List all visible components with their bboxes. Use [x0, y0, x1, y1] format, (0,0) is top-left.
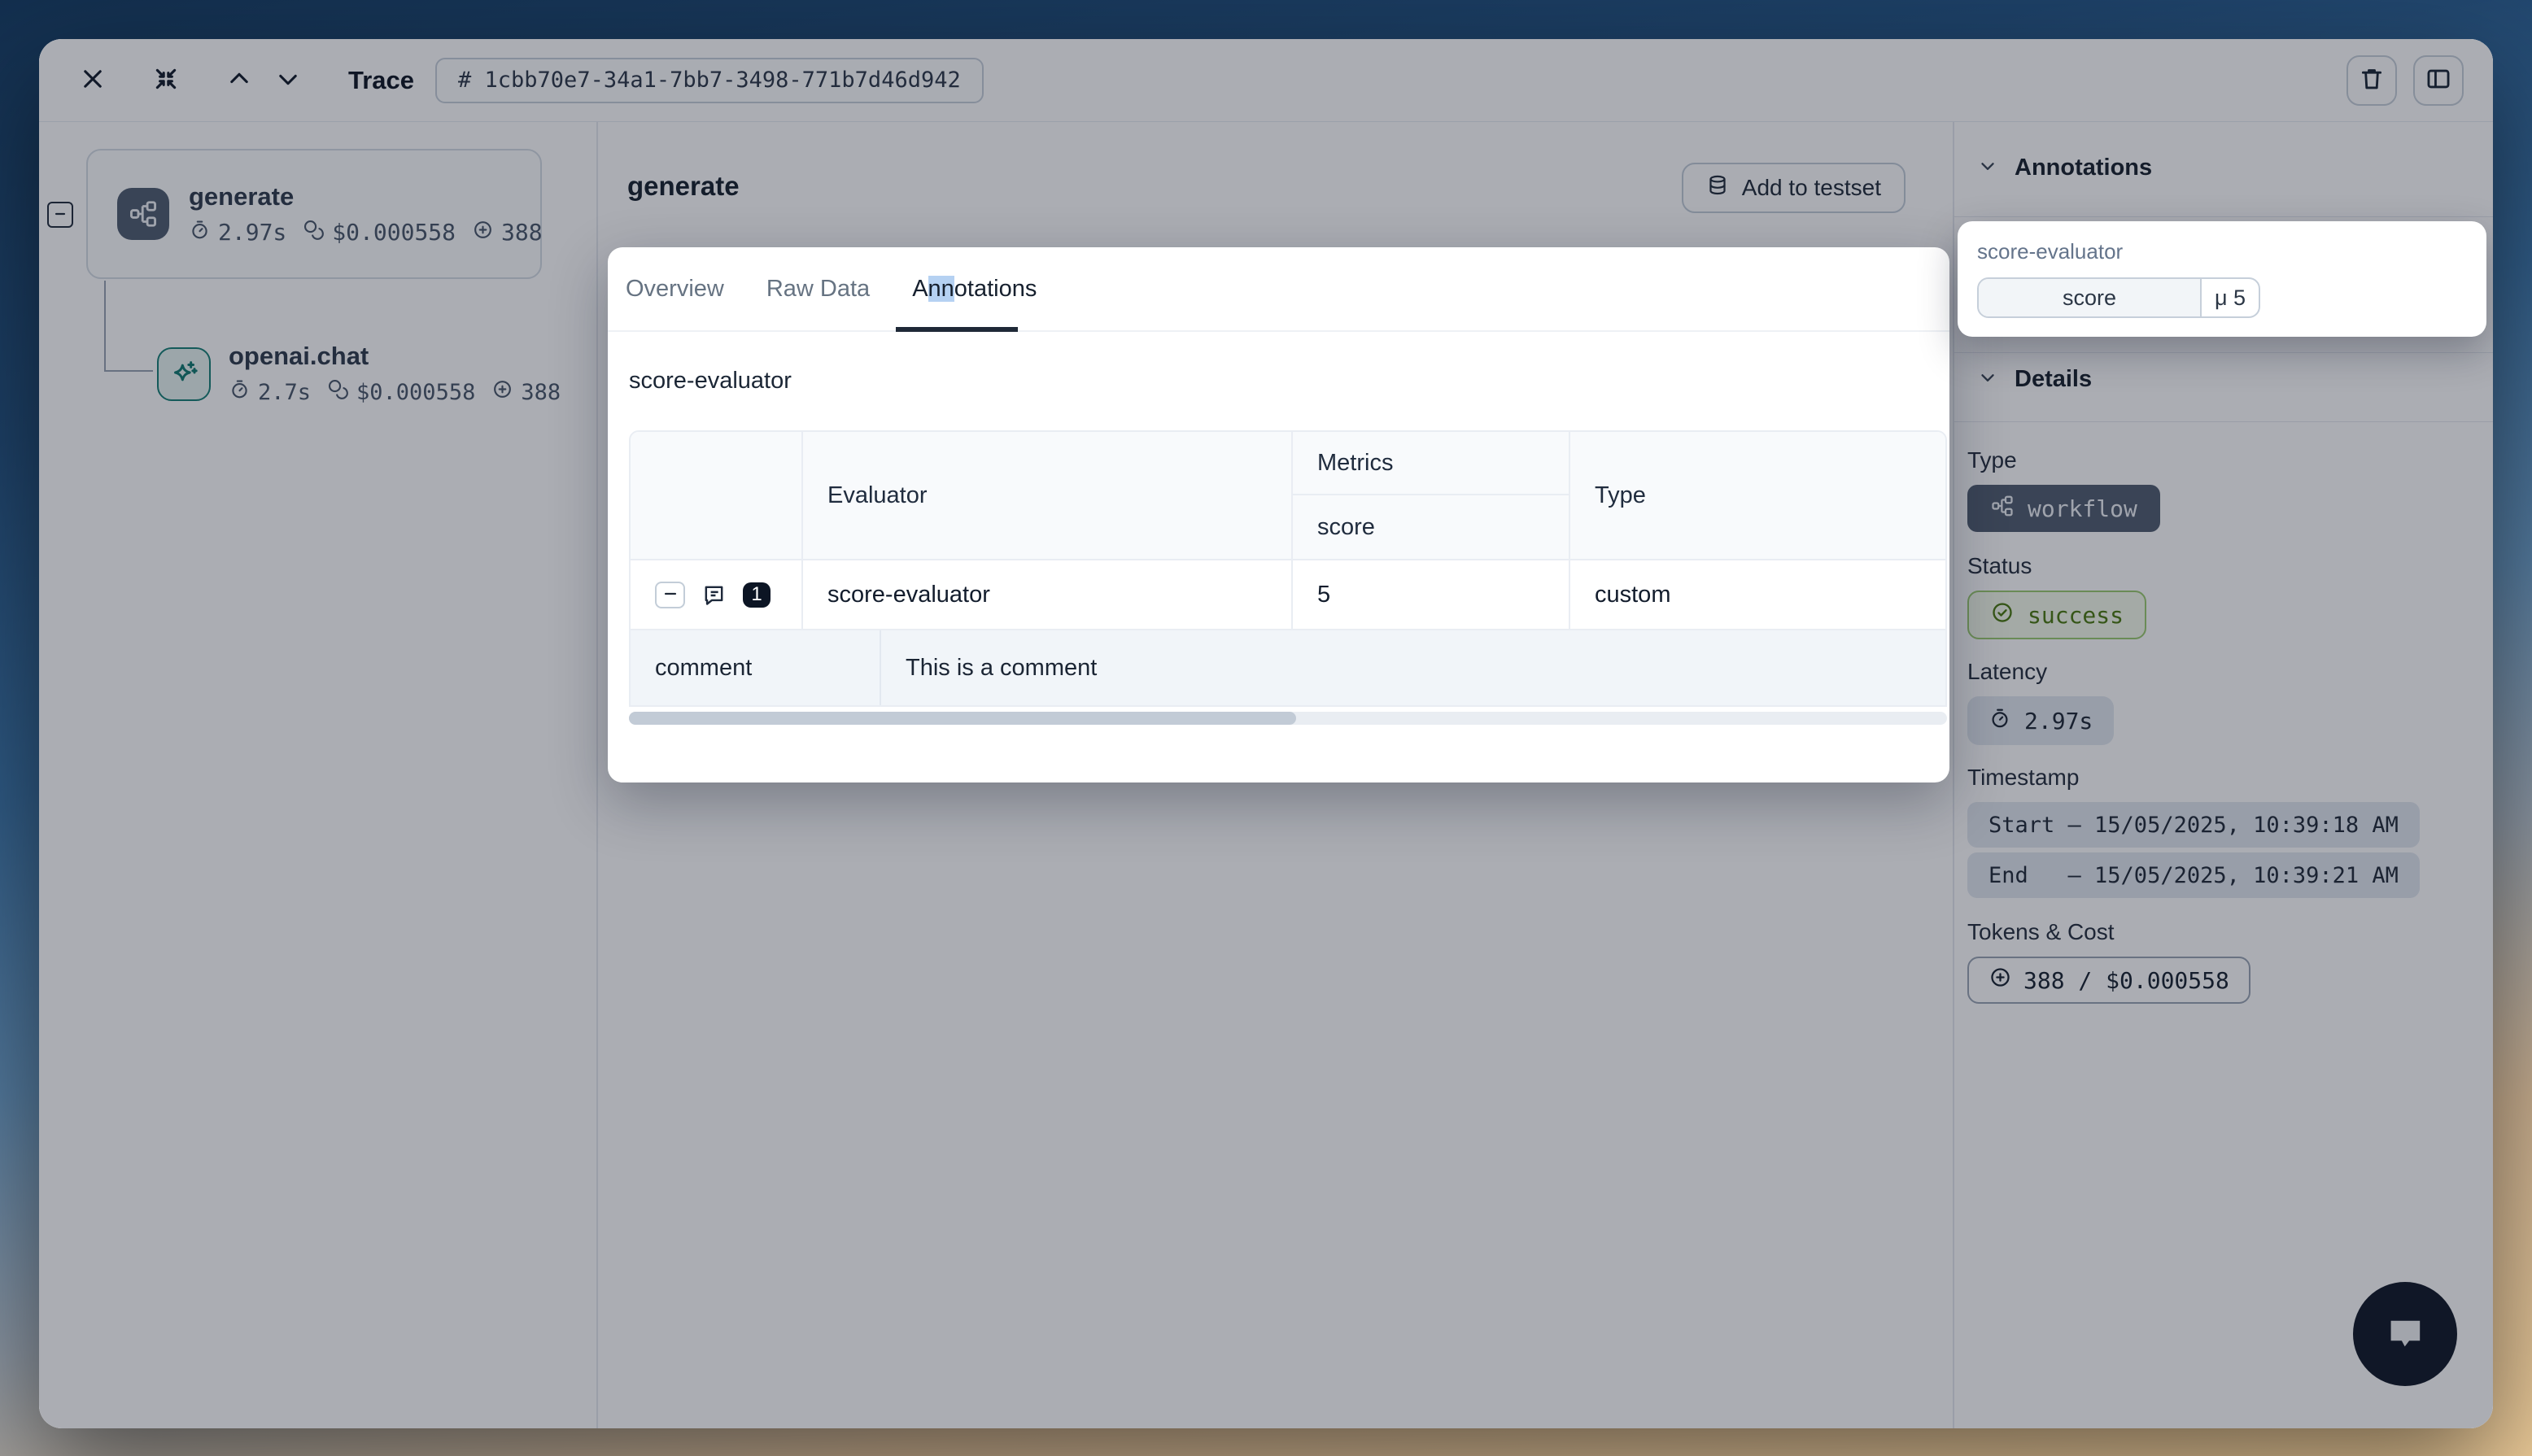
collapse-row-button[interactable]: [655, 582, 685, 608]
cell-evaluator: score-evaluator: [801, 560, 1291, 629]
comment-value: This is a comment: [881, 630, 1945, 705]
trace-viewer-page: { "topbar": { "trace_label": "Trace", "t…: [0, 0, 2532, 1456]
metric-name[interactable]: score: [1979, 279, 2202, 316]
annotations-tab-card: Overview Raw Data Annotations score-eval…: [608, 247, 1949, 782]
annotation-score-card: score-evaluator score μ 5: [1958, 221, 2486, 337]
minus-icon: [661, 585, 679, 605]
annotations-table: Evaluator Metrics score Type: [629, 430, 1947, 707]
header-metrics: Metrics: [1293, 432, 1569, 495]
metric-mean-value: μ 5: [2202, 279, 2259, 316]
cell-type: custom: [1569, 560, 1944, 629]
tab-annotations-selection: nn: [928, 276, 954, 302]
trace-modal: Trace # 1cbb70e7-34a1-7bb7-3498-771b7d46…: [39, 39, 2493, 1428]
annotations-content: score-evaluator Evaluator Metrics score …: [608, 332, 1949, 725]
active-tab-indicator: [896, 327, 1018, 332]
header-tools-cell: [631, 432, 801, 559]
row-tools-cell: 1: [631, 560, 801, 629]
comment-icon[interactable]: [701, 582, 727, 608]
comment-row: comment This is a comment: [631, 629, 1945, 705]
cell-score: 5: [1291, 560, 1569, 629]
tab-bar: Overview Raw Data Annotations: [608, 247, 1949, 332]
horizontal-scrollbar[interactable]: [629, 712, 1947, 725]
tab-annotations[interactable]: Annotations: [912, 276, 1037, 303]
tab-raw-data[interactable]: Raw Data: [766, 276, 870, 303]
table-header: Evaluator Metrics score Type: [631, 432, 1945, 559]
scrollbar-thumb[interactable]: [629, 712, 1296, 725]
tab-overview[interactable]: Overview: [626, 276, 724, 303]
tab-annotations-post: otations: [954, 276, 1037, 302]
annotation-metric-pill[interactable]: score μ 5: [1977, 277, 2260, 318]
tab-annotations-pre: A: [912, 276, 928, 302]
table-row: 1 score-evaluator 5 custom: [631, 559, 1945, 629]
annotation-evaluator-label: score-evaluator: [1977, 239, 2486, 264]
evaluator-section-title: score-evaluator: [629, 368, 1928, 395]
header-type: Type: [1569, 432, 1944, 559]
comment-count-badge[interactable]: 1: [743, 582, 771, 608]
header-metrics-group: Metrics score: [1291, 432, 1569, 559]
header-evaluator: Evaluator: [801, 432, 1291, 559]
header-metric-score: score: [1293, 495, 1569, 559]
comment-key: comment: [631, 630, 881, 705]
